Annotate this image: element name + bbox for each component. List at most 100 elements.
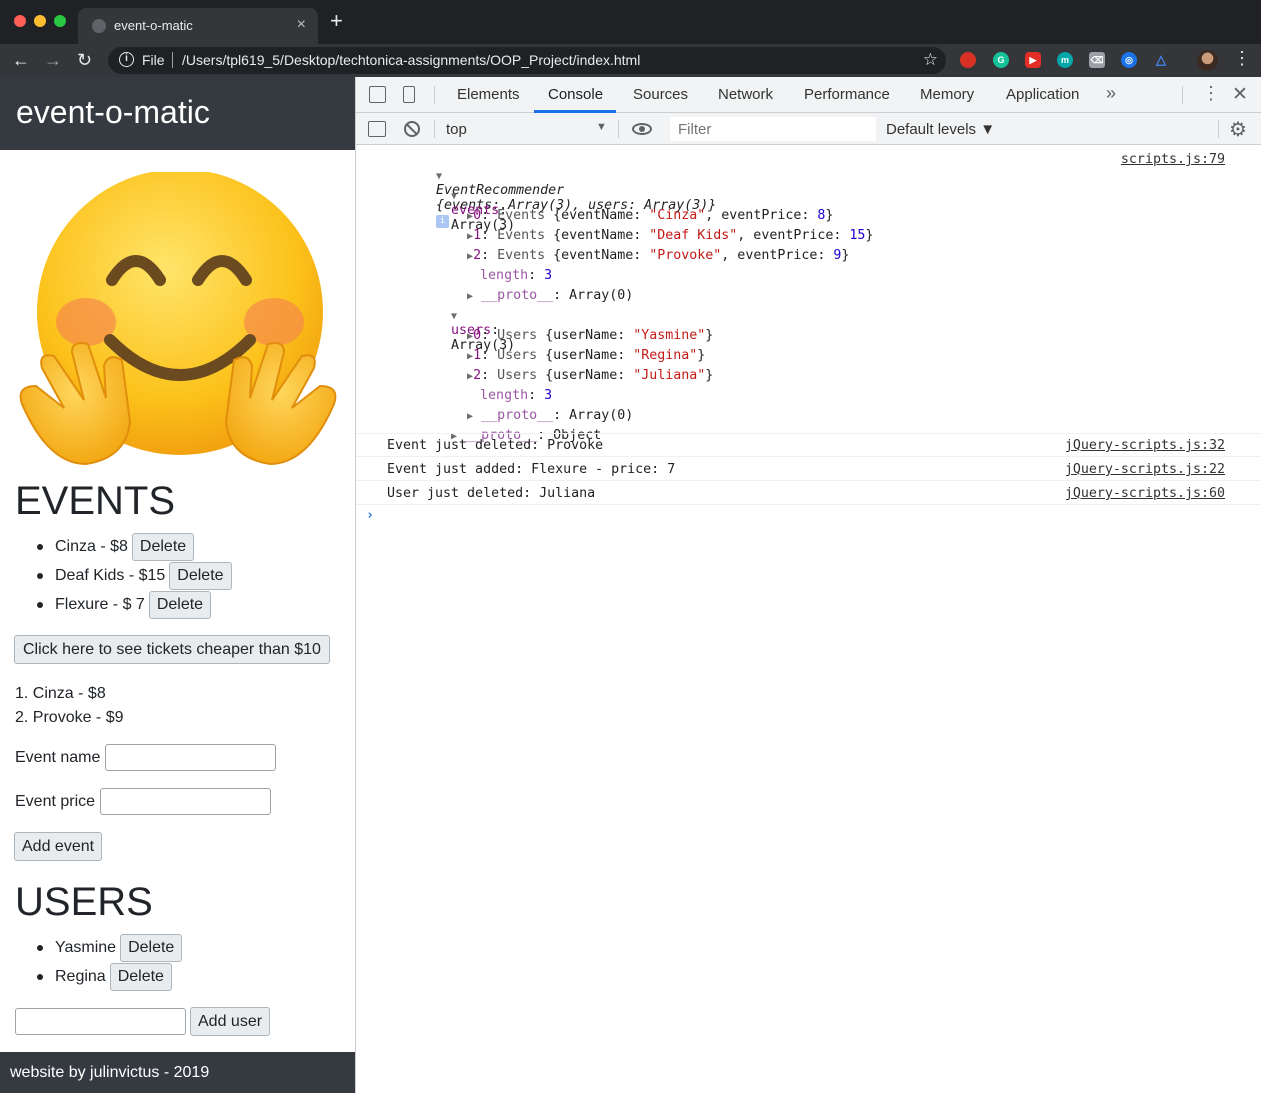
forward-arrow-icon[interactable]: → — [44, 49, 62, 71]
source-link[interactable]: jQuery-scripts.js:22 — [1065, 462, 1225, 477]
clear-extension-icon[interactable]: ⌫ — [1089, 52, 1105, 68]
back-arrow-icon[interactable]: ← — [12, 49, 30, 71]
profile-avatar[interactable] — [1197, 50, 1218, 71]
log-levels-dropdown[interactable]: Default levels ▼ — [886, 121, 995, 138]
sync-extension-icon[interactable]: ◎ — [1121, 52, 1137, 68]
page-header: event-o-matic — [0, 77, 355, 150]
devtools-tab-bar: Elements Console Sources Network Perform… — [356, 77, 1261, 113]
event-item: Flexure - $ 7 Delete — [15, 590, 232, 619]
bullet — [37, 973, 43, 980]
eye-icon[interactable] — [632, 123, 652, 135]
context-select[interactable]: top — [446, 121, 467, 138]
tab-performance[interactable]: Performance — [804, 86, 890, 103]
entry-price: 9 — [833, 248, 842, 263]
close-devtools-icon[interactable]: ✕ — [1232, 83, 1248, 106]
gear-icon[interactable]: ⚙ — [1229, 117, 1247, 142]
url-text[interactable]: /Users/tpl619_5/Desktop/techtonica-assig… — [182, 52, 640, 68]
entry-name: "Juliana" — [633, 368, 706, 383]
info-icon[interactable]: i — [119, 52, 134, 67]
close-tab-icon[interactable]: × — [297, 16, 306, 34]
cheap-tickets-button[interactable]: Click here to see tickets cheaper than $… — [14, 635, 330, 664]
tab-network[interactable]: Network — [718, 86, 773, 103]
delete-user-button[interactable]: Delete — [120, 933, 183, 962]
event-label: Flexure - $ 7 — [55, 595, 145, 613]
inspect-element-icon[interactable] — [369, 86, 386, 103]
source-link[interactable]: jQuery-scripts.js:32 — [1065, 438, 1225, 453]
divider — [434, 120, 435, 138]
tab-application[interactable]: Application — [1006, 86, 1079, 103]
console-log-message: Event just added: Flexure - price: 7 — [387, 462, 676, 477]
event-item: Cinza - $8 Delete — [15, 532, 232, 561]
add-user-button[interactable]: Add user — [190, 1007, 271, 1036]
source-link[interactable]: scripts.js:79 — [1121, 152, 1225, 167]
cheap-tickets-list: 1. Cinza - $8 2. Provoke - $9 — [15, 682, 124, 730]
user-item: Yasmine Delete — [15, 933, 183, 962]
event-price-input[interactable] — [100, 788, 272, 815]
video-extension-icon[interactable]: ▶ — [1025, 52, 1041, 68]
devtools-menu-icon[interactable]: ⋮ — [1202, 83, 1220, 104]
window-minimize-button[interactable] — [34, 15, 46, 27]
grammarly-extension-icon[interactable]: G — [993, 52, 1009, 68]
delete-event-button[interactable]: Delete — [131, 532, 195, 561]
divider — [1218, 120, 1219, 138]
browser-tab[interactable]: event-o-matic × — [78, 8, 318, 44]
entry-price: 15 — [849, 228, 866, 243]
console-log-message: User just deleted: Juliana — [387, 486, 596, 501]
tab-title: event-o-matic — [114, 18, 193, 33]
delete-event-button[interactable]: Delete — [148, 590, 212, 619]
delete-event-button[interactable]: Delete — [169, 561, 232, 590]
web-page: event-o-matic EVENTS Cinza - $8 Delete D… — [0, 77, 355, 1093]
tab-memory[interactable]: Memory — [920, 86, 974, 103]
reload-icon[interactable]: ↻ — [77, 49, 92, 71]
device-toolbar-icon[interactable] — [403, 86, 415, 103]
footer-text: website by julinvictus - 2019 — [10, 1064, 210, 1081]
tab-sources[interactable]: Sources — [633, 86, 688, 103]
console-prompt-chevron-icon[interactable]: › — [366, 508, 374, 523]
add-event-button[interactable]: Add event — [14, 832, 103, 861]
bookmark-star-icon[interactable]: ☆ — [923, 50, 938, 70]
new-tab-button[interactable]: + — [330, 10, 343, 32]
devtools-panel: Elements Console Sources Network Perform… — [355, 77, 1261, 1093]
users-list: Yasmine Delete Regina Delete — [15, 933, 183, 991]
event-label: Cinza - $8 — [55, 537, 128, 555]
clear-console-icon[interactable] — [404, 121, 420, 137]
source-link[interactable]: jQuery-scripts.js:60 — [1065, 486, 1225, 501]
bullet — [37, 944, 43, 951]
url-scheme: File — [142, 52, 165, 68]
user-label: Regina — [55, 967, 106, 985]
window-zoom-button[interactable] — [54, 15, 66, 27]
sidebar-toggle-icon[interactable] — [368, 121, 386, 137]
event-price-row: Event price — [15, 788, 272, 815]
divider — [356, 480, 1261, 481]
event-name-row: Event name — [15, 744, 277, 771]
tab-elements[interactable]: Elements — [457, 86, 520, 103]
divider — [434, 86, 435, 104]
browser-menu-icon[interactable]: ⋮ — [1233, 48, 1251, 69]
add-user-row: Add user — [15, 1007, 271, 1036]
browser-tab-strip: event-o-matic × + — [0, 0, 1261, 44]
console-filter-input[interactable] — [670, 117, 876, 141]
user-name-input[interactable] — [15, 1008, 186, 1035]
divider — [356, 433, 1261, 434]
cheap-ticket-item: 2. Provoke - $9 — [15, 709, 124, 726]
divider — [356, 504, 1261, 505]
m-extension-icon[interactable]: m — [1057, 52, 1073, 68]
window-close-button[interactable] — [14, 15, 26, 27]
event-label: Deaf Kids - $15 — [55, 566, 166, 584]
delete-user-button[interactable]: Delete — [109, 962, 172, 991]
users-heading: USERS — [15, 880, 153, 924]
events-list: Cinza - $8 Delete Deaf Kids - $15 Delete… — [15, 532, 232, 619]
bullet — [37, 572, 43, 579]
tab-console[interactable]: Console — [548, 86, 603, 103]
user-item: Regina Delete — [15, 962, 182, 991]
event-item: Deaf Kids - $15 Delete — [15, 561, 232, 590]
page-footer: website by julinvictus - 2019 — [0, 1052, 355, 1093]
address-bar[interactable]: i File /Users/tpl619_5/Desktop/techtonic… — [108, 47, 946, 74]
console-toolbar: top ▼ Default levels ▼ ⚙ — [356, 113, 1261, 145]
event-name-input[interactable] — [105, 744, 277, 771]
divider — [356, 456, 1261, 457]
chevron-down-icon[interactable]: ▼ — [596, 121, 607, 133]
more-tabs-icon[interactable]: » — [1106, 83, 1116, 104]
triangle-extension-icon[interactable]: △ — [1153, 52, 1169, 68]
extension-hand-icon[interactable] — [960, 52, 976, 68]
